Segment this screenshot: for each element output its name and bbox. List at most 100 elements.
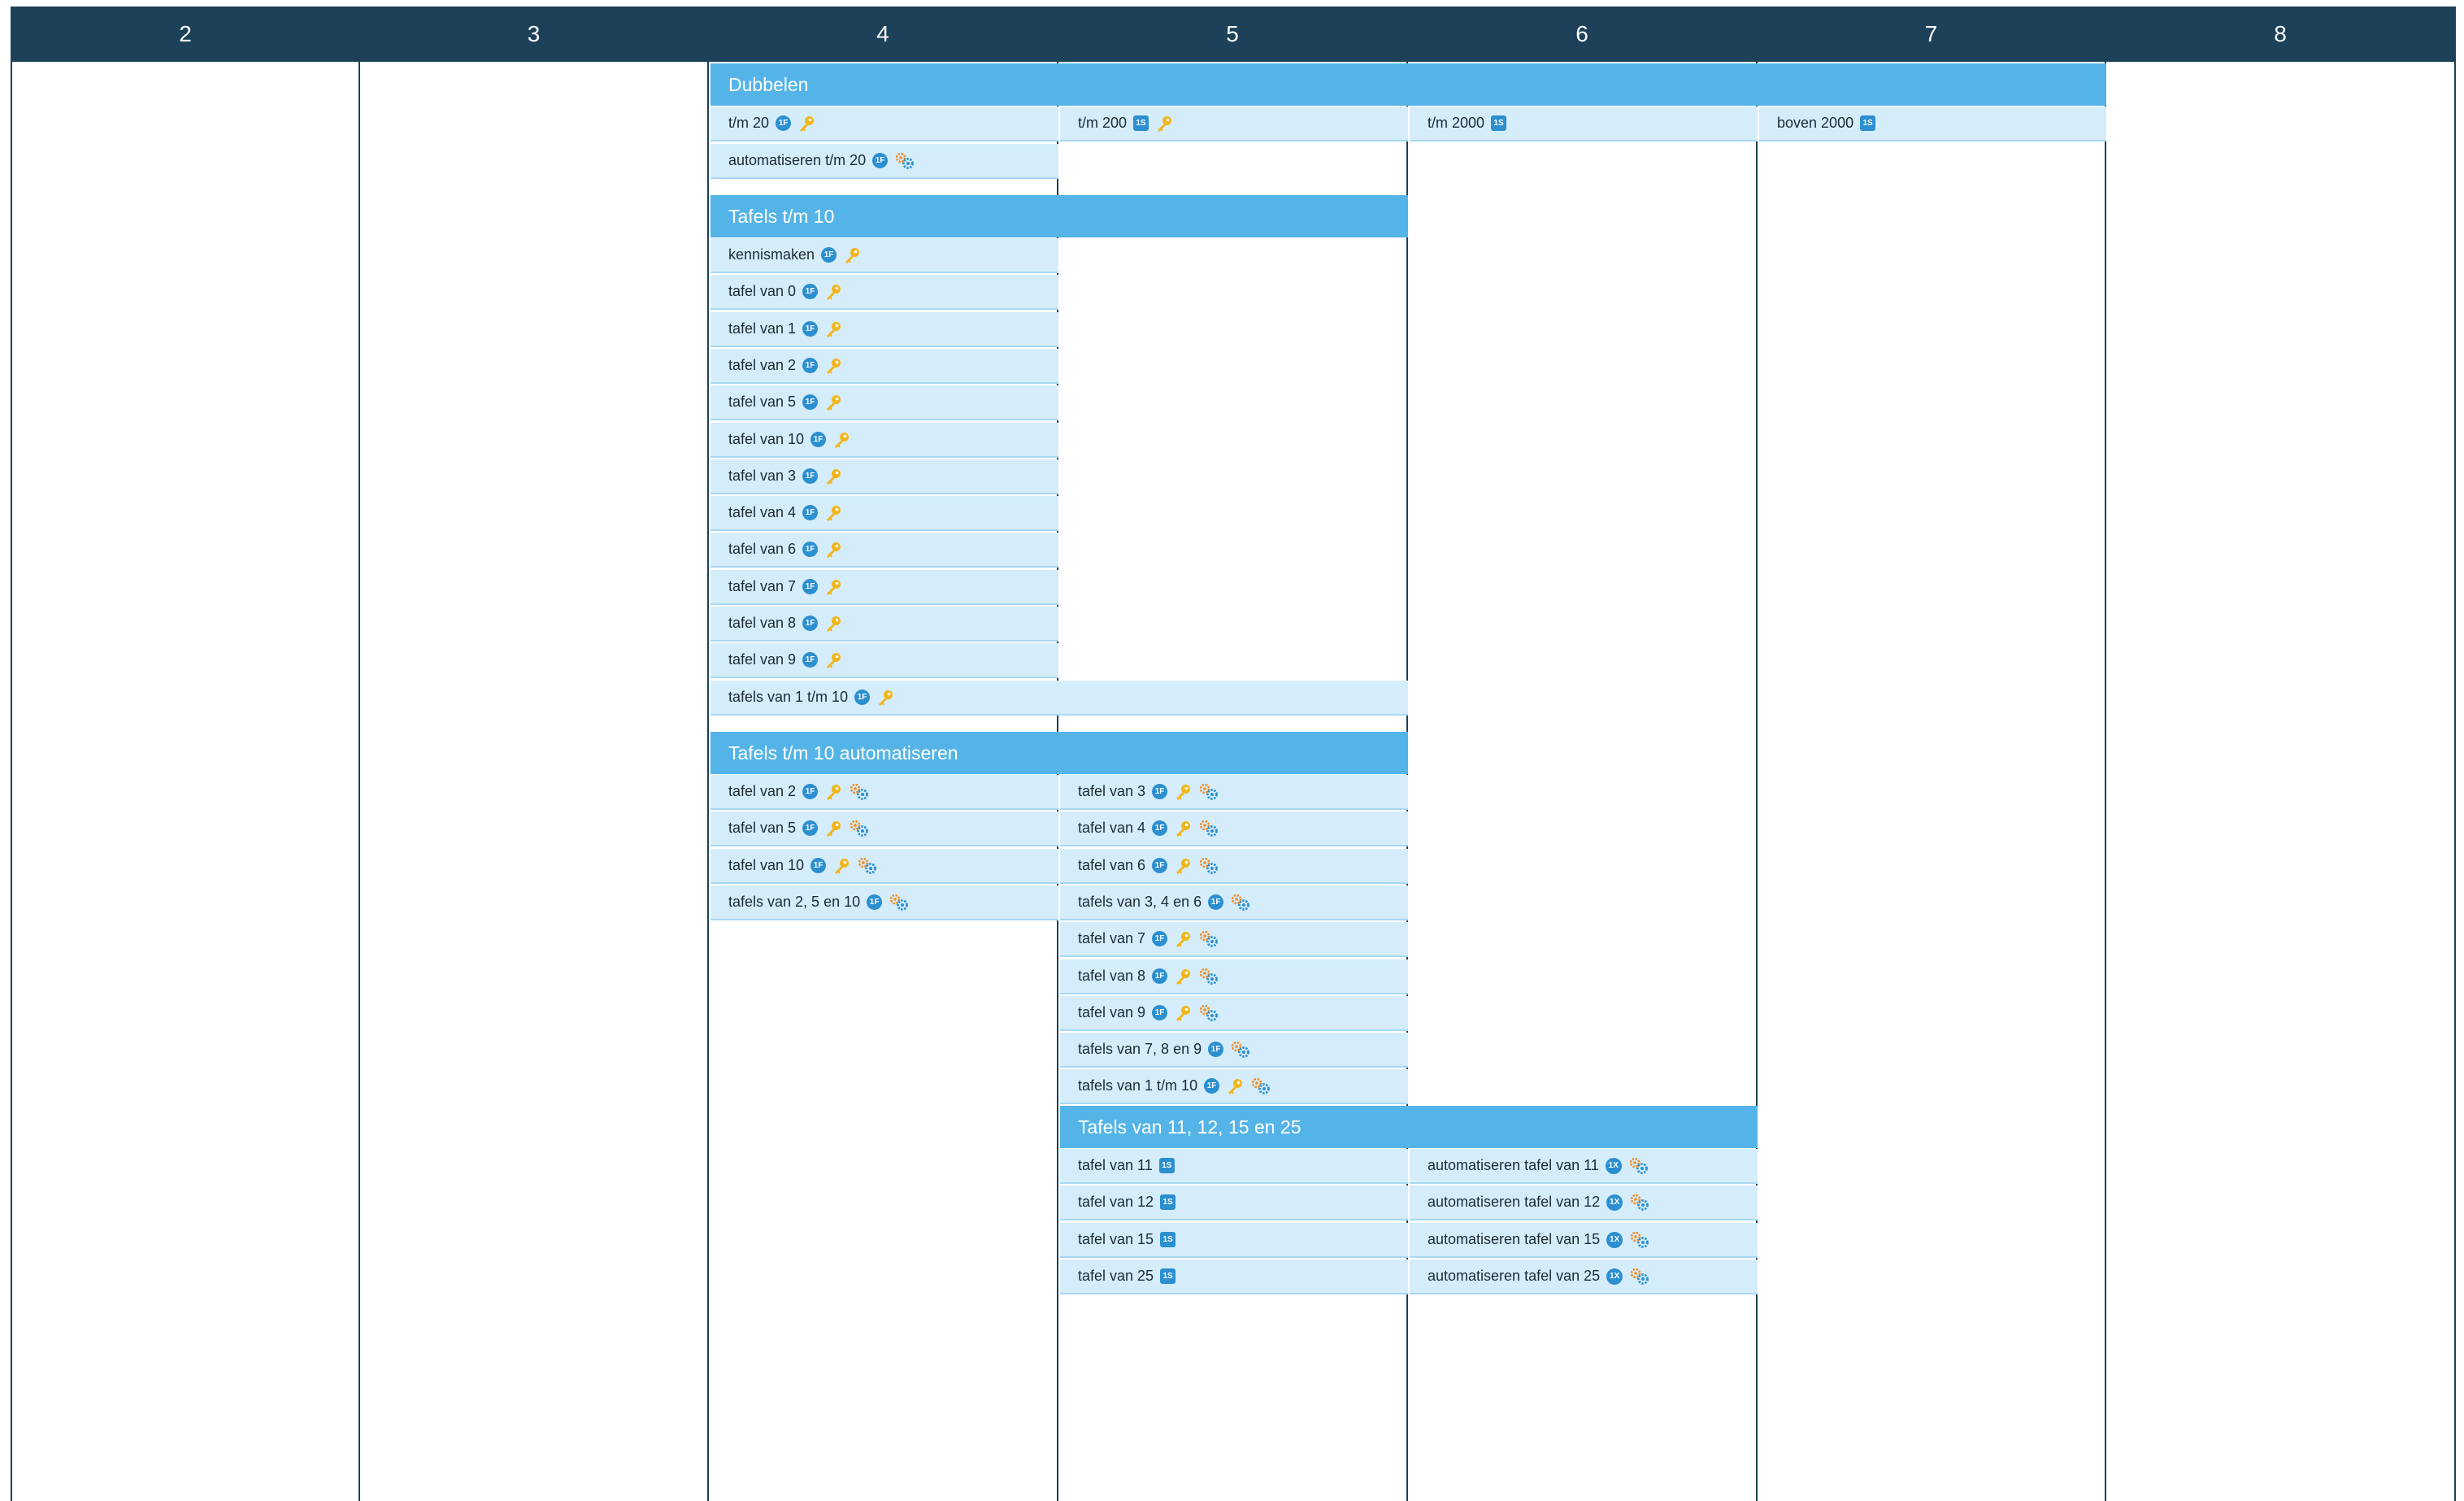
1x-badge-icon: 1X xyxy=(1606,1231,1623,1248)
lesson-item[interactable]: tafel van 2 1F xyxy=(711,775,1058,810)
lesson-item[interactable]: tafel van 2 1F xyxy=(711,349,1058,384)
lesson-label: tafel van 10 xyxy=(728,857,805,873)
lesson-label: tafels van 3, 4 en 6 xyxy=(1078,894,1202,910)
lesson-item[interactable]: t/m 2000 1S xyxy=(1410,107,1758,141)
gears-icon xyxy=(1198,820,1219,838)
lesson-item[interactable]: t/m 200 1S xyxy=(1060,107,1408,141)
1f-circle-icon: 1F xyxy=(1152,931,1168,946)
lesson-label: tafel van 6 xyxy=(1078,857,1146,873)
lesson-item[interactable]: tafel van 15 1S xyxy=(1060,1223,1408,1258)
lesson-item[interactable]: automatiseren tafel van 12 1X xyxy=(1410,1186,1758,1220)
lesson-item[interactable]: tafel van 6 1F xyxy=(711,533,1058,568)
lesson-item[interactable]: tafels van 3, 4 en 6 1F xyxy=(1060,885,1408,920)
lesson-label: tafel van 10 xyxy=(728,431,805,447)
1f-circle-icon: 1F xyxy=(867,894,883,910)
key-icon xyxy=(832,431,850,449)
lesson-item[interactable]: tafel van 7 1F xyxy=(711,570,1058,605)
key-icon xyxy=(824,820,842,838)
lesson-label: tafel van 2 xyxy=(728,357,797,373)
lesson-item[interactable]: tafel van 8 1F xyxy=(1060,959,1408,994)
key-icon xyxy=(1174,930,1192,948)
1s-square-icon: 1S xyxy=(1160,1232,1176,1247)
1s-square-icon: 1S xyxy=(1160,1194,1176,1210)
gears-icon xyxy=(894,152,915,170)
1s-square-icon: 1S xyxy=(1133,115,1149,131)
lesson-item[interactable]: tafel van 5 1F xyxy=(711,811,1058,846)
lesson-label: t/m 20 xyxy=(728,115,770,131)
lesson-label: tafel van 2 xyxy=(728,783,797,799)
lesson-label: tafels van 1 t/m 10 xyxy=(728,689,849,705)
1f-circle-icon: 1F xyxy=(1152,858,1168,873)
lesson-label: tafel van 8 xyxy=(1078,968,1146,984)
lesson-item[interactable]: tafel van 1 1F xyxy=(711,312,1058,347)
lesson-item[interactable]: automatiseren tafel van 25 1X xyxy=(1410,1260,1758,1294)
gears-icon xyxy=(1629,1194,1650,1212)
1f-circle-icon: 1F xyxy=(802,579,819,594)
lesson-item[interactable]: tafel van 25 1S xyxy=(1060,1260,1408,1294)
1f-circle-icon: 1F xyxy=(1152,968,1168,984)
lesson-item[interactable]: automatiseren tafel van 11 1X xyxy=(1410,1149,1758,1184)
1f-circle-icon: 1F xyxy=(802,616,819,631)
1f-circle-icon: 1F xyxy=(776,115,792,131)
lesson-label: tafel van 3 xyxy=(728,468,797,484)
1f-circle-icon: 1F xyxy=(802,784,819,799)
lesson-label: tafel van 1 xyxy=(728,320,797,337)
lesson-item[interactable]: tafel van 4 1F xyxy=(711,496,1058,531)
lesson-item[interactable]: tafel van 8 1F xyxy=(711,607,1058,642)
column-header-6: 6 xyxy=(1408,7,1756,62)
lesson-label: automatiseren tafel van 15 xyxy=(1428,1231,1601,1247)
1x-badge-icon: 1X xyxy=(1606,1268,1623,1285)
column-header-3: 3 xyxy=(360,7,707,62)
lesson-label: tafels van 1 t/m 10 xyxy=(1078,1077,1198,1094)
lesson-item[interactable]: automatiseren tafel van 15 1X xyxy=(1410,1223,1758,1258)
lesson-item[interactable]: boven 2000 1S xyxy=(1759,107,2106,141)
lesson-label: tafel van 3 xyxy=(1078,783,1146,799)
1s-square-icon: 1S xyxy=(1491,115,1507,131)
lesson-item[interactable]: tafels van 1 t/m 10 1F xyxy=(1060,1069,1408,1104)
learning-path-grid: 2 3 4 5 6 7 8 Dubbelen t/m 20 1F automatiseren t/m… xyxy=(11,7,2456,1501)
section-title-dubbelen: Dubbelen xyxy=(711,63,2106,106)
lesson-item[interactable]: tafel van 12 1S xyxy=(1060,1186,1408,1220)
key-icon xyxy=(876,689,894,707)
lesson-label: tafel van 4 xyxy=(1078,820,1146,836)
lesson-item[interactable]: tafel van 3 1F xyxy=(1060,775,1408,810)
lesson-label: automatiseren tafel van 11 xyxy=(1428,1157,1599,1173)
lesson-item[interactable]: tafels van 2, 5 en 10 1F xyxy=(711,885,1058,920)
lesson-label: tafel van 11 xyxy=(1078,1157,1153,1173)
lesson-item[interactable]: tafel van 3 1F xyxy=(711,459,1058,494)
lesson-item[interactable]: tafel van 4 1F xyxy=(1060,811,1408,846)
key-icon xyxy=(1155,115,1173,133)
lesson-label: tafel van 4 xyxy=(728,504,797,520)
lesson-label: t/m 2000 xyxy=(1428,115,1485,131)
key-icon xyxy=(824,783,842,801)
lesson-item[interactable]: tafel van 11 1S xyxy=(1060,1149,1408,1184)
gears-icon xyxy=(849,820,870,838)
gears-icon xyxy=(1250,1077,1271,1095)
lesson-label: automatiseren tafel van 25 xyxy=(1428,1268,1601,1284)
lesson-item[interactable]: tafel van 6 1F xyxy=(1060,849,1408,884)
lesson-item[interactable]: tafel van 10 1F xyxy=(711,849,1058,884)
lesson-item[interactable]: tafel van 0 1F xyxy=(711,275,1058,310)
lesson-label: tafels van 7, 8 en 9 xyxy=(1078,1041,1202,1057)
lesson-label: boven 2000 xyxy=(1777,115,1854,131)
lesson-item[interactable]: kennismaken 1F xyxy=(711,238,1058,273)
lesson-item[interactable]: automatiseren t/m 20 1F xyxy=(711,144,1058,179)
lesson-label: tafel van 8 xyxy=(728,615,797,631)
lesson-item[interactable]: tafels van 7, 8 en 9 1F xyxy=(1060,1033,1408,1068)
column-2: 2 xyxy=(11,7,360,1501)
gears-icon xyxy=(1198,783,1219,801)
1f-circle-icon: 1F xyxy=(821,247,837,263)
column-header-7: 7 xyxy=(1758,7,2105,62)
lesson-item[interactable]: tafel van 10 1F xyxy=(711,423,1058,458)
1f-circle-icon: 1F xyxy=(1152,1005,1168,1020)
lesson-item[interactable]: tafel van 9 1F xyxy=(1060,996,1408,1031)
gears-icon xyxy=(1629,1268,1650,1286)
lesson-item[interactable]: tafels van 1 t/m 10 1F xyxy=(711,681,1408,716)
1f-circle-icon: 1F xyxy=(802,505,819,520)
lesson-item[interactable]: tafel van 7 1F xyxy=(1060,922,1408,957)
gears-icon xyxy=(1198,930,1219,948)
column-7: 7 xyxy=(1758,7,2106,1501)
lesson-item[interactable]: tafel van 9 1F xyxy=(711,643,1058,678)
lesson-item[interactable]: t/m 20 1F xyxy=(711,107,1058,141)
lesson-item[interactable]: tafel van 5 1F xyxy=(711,385,1058,420)
